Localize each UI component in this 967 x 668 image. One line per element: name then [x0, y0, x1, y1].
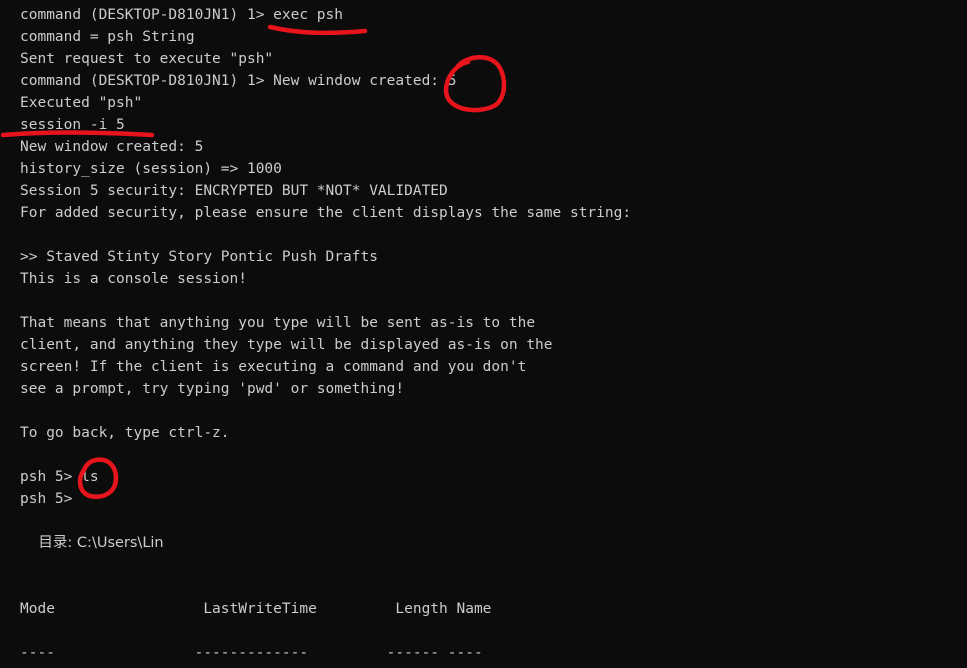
terminal-line: command (DESKTOP-D810JN1) 1> New window … [20, 73, 457, 89]
terminal-line: client, and anything they type will be d… [20, 337, 553, 353]
terminal-line: see a prompt, try typing 'pwd' or someth… [20, 381, 405, 397]
underline-exec-psh [267, 24, 368, 36]
terminal-line: Mode LastWriteTime Length Name [20, 601, 492, 617]
terminal-line: >> Staved Stinty Story Pontic Push Draft… [20, 249, 378, 265]
terminal-window[interactable]: command (DESKTOP-D810JN1) 1> exec psh co… [0, 0, 967, 668]
terminal-line: That means that anything you type will b… [20, 315, 536, 331]
terminal-line: To go back, type ctrl-z. [20, 425, 230, 441]
terminal-line: Sent request to execute "psh" [20, 51, 274, 67]
terminal-line: 目录: C:\Users\Lin [20, 535, 164, 551]
terminal-line: psh 5> [20, 491, 73, 507]
terminal-line: ---- ------------- ------ ---- [20, 645, 483, 661]
terminal-line: psh 5> ls [20, 469, 99, 485]
terminal-line: session -i 5 [20, 117, 125, 133]
terminal-line: history_size (session) => 1000 [20, 161, 282, 177]
terminal-line: For added security, please ensure the cl… [20, 205, 632, 221]
terminal-line: This is a console session! [20, 271, 247, 287]
terminal-line: screen! If the client is executing a com… [20, 359, 527, 375]
terminal-line: command = psh String [20, 29, 195, 45]
terminal-line: command (DESKTOP-D810JN1) 1> exec psh [20, 7, 344, 23]
terminal-line: Session 5 security: ENCRYPTED BUT *NOT* … [20, 183, 448, 199]
terminal-line: New window created: 5 [20, 139, 204, 155]
terminal-line: Executed "psh" [20, 95, 143, 111]
